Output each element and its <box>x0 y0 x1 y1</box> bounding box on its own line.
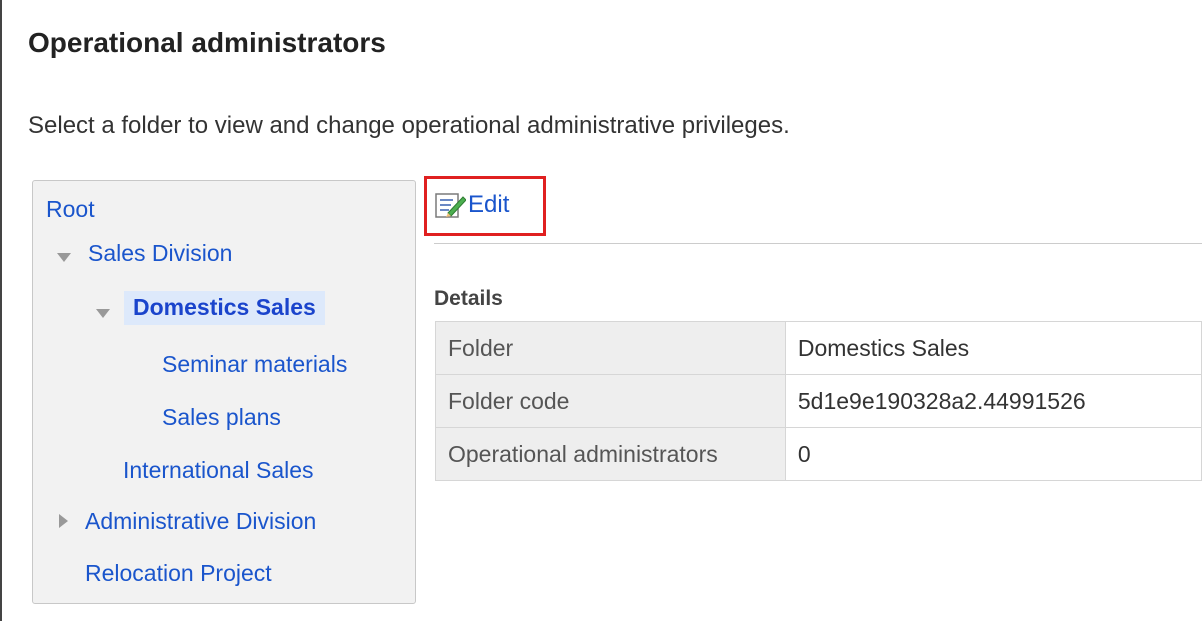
table-row: Folder Domestics Sales <box>435 321 1202 375</box>
details-label-folder-code: Folder code <box>435 374 786 428</box>
collapsed-triangle-icon[interactable] <box>59 514 68 528</box>
tree-item-international-sales[interactable]: International Sales <box>123 457 314 484</box>
details-value-operational-administrators: 0 <box>784 427 1202 481</box>
page-description: Select a folder to view and change opera… <box>28 112 790 139</box>
details-label-operational-administrators: Operational administrators <box>435 427 786 481</box>
tree-item-administrative-division[interactable]: Administrative Division <box>85 508 316 535</box>
edit-pencil-icon <box>434 191 466 219</box>
details-table: Folder Domestics Sales Folder code 5d1e9… <box>435 321 1202 481</box>
tree-item-domestics-sales[interactable]: Domestics Sales <box>124 291 325 325</box>
tree-item-seminar-materials[interactable]: Seminar materials <box>162 351 347 378</box>
details-value-folder: Domestics Sales <box>784 321 1202 375</box>
tree-item-sales-division[interactable]: Sales Division <box>88 240 232 267</box>
edit-link[interactable]: Edit <box>434 191 509 219</box>
tree-item-root[interactable]: Root <box>46 196 95 223</box>
tree-item-sales-plans[interactable]: Sales plans <box>162 404 281 431</box>
expanded-triangle-icon[interactable] <box>96 309 110 318</box>
table-row: Folder code 5d1e9e190328a2.44991526 <box>435 374 1202 428</box>
details-label-folder: Folder <box>435 321 786 375</box>
table-row: Operational administrators 0 <box>435 427 1202 481</box>
expanded-triangle-icon[interactable] <box>57 253 71 262</box>
page-left-border <box>0 0 2 621</box>
toolbar-separator <box>434 243 1202 244</box>
edit-link-label[interactable]: Edit <box>468 191 509 219</box>
page-title: Operational administrators <box>28 27 386 58</box>
folder-tree-panel: Root Sales Division Domestics Sales Semi… <box>32 180 416 604</box>
tree-item-relocation-project[interactable]: Relocation Project <box>85 560 272 587</box>
details-value-folder-code: 5d1e9e190328a2.44991526 <box>784 374 1202 428</box>
details-heading: Details <box>434 287 503 310</box>
